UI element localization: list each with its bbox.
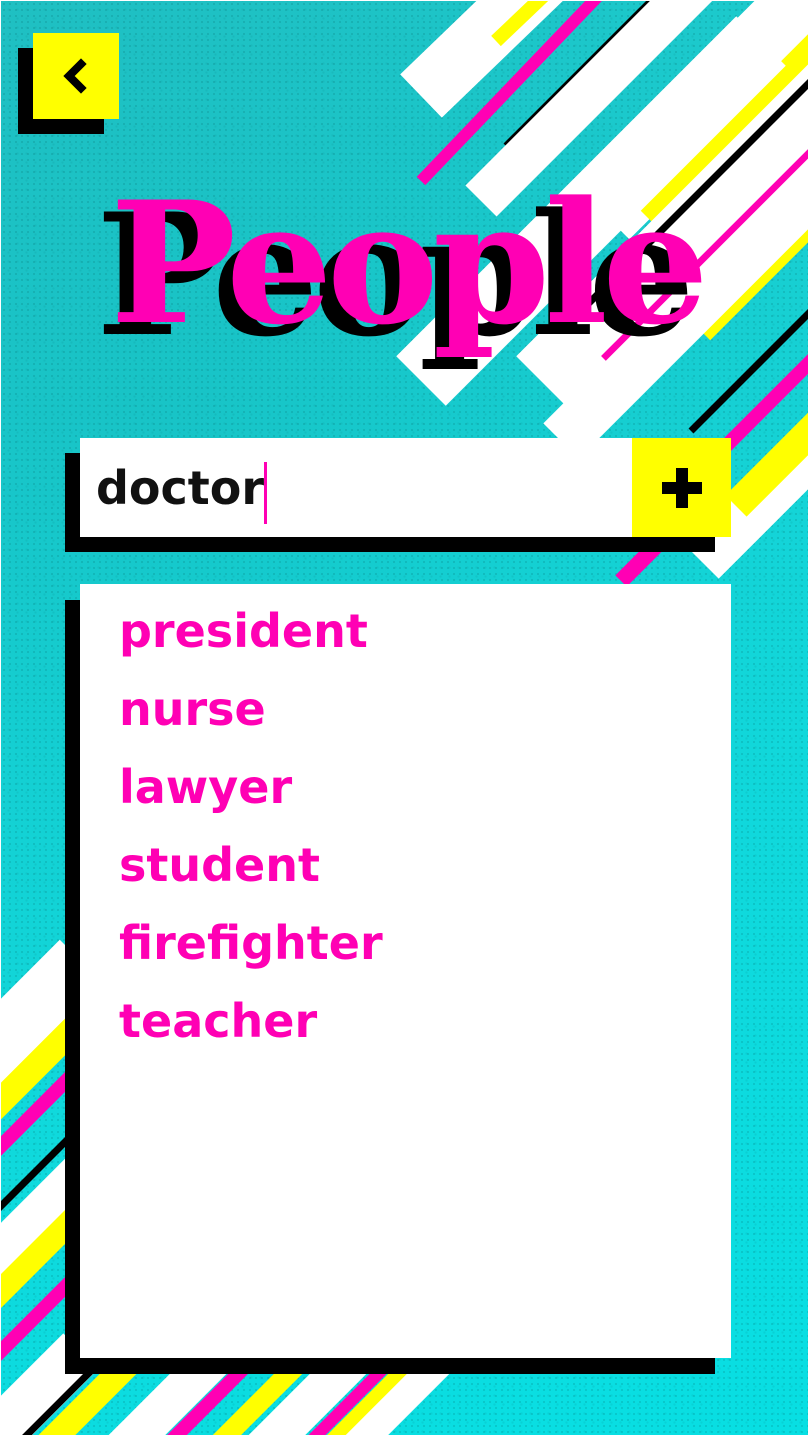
suggestion-list: president nurse lawyer student firefight… <box>119 592 383 1060</box>
app-screen: People People president nurse lawyer stu… <box>1 1 808 1435</box>
back-button[interactable] <box>33 33 119 119</box>
search-box <box>80 438 731 537</box>
suggestion-item-lawyer[interactable]: lawyer <box>119 748 383 826</box>
suggestion-item-teacher[interactable]: teacher <box>119 982 383 1060</box>
suggestion-item-nurse[interactable]: nurse <box>119 670 383 748</box>
page-title: People People <box>96 179 756 399</box>
plus-icon <box>661 467 702 508</box>
suggestion-item-student[interactable]: student <box>119 826 383 904</box>
page-title-text: People <box>110 164 709 362</box>
suggestion-item-president[interactable]: president <box>119 592 383 670</box>
suggestion-list-panel: president nurse lawyer student firefight… <box>80 584 731 1358</box>
text-cursor <box>264 462 267 524</box>
suggestion-item-firefighter[interactable]: firefighter <box>119 904 383 982</box>
add-button[interactable] <box>632 438 731 537</box>
search-input[interactable] <box>96 438 626 537</box>
chevron-left-icon <box>63 58 87 94</box>
